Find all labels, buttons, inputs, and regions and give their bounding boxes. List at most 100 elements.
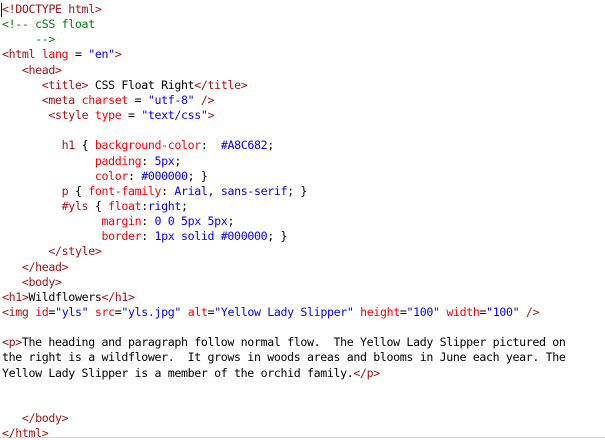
code-line[interactable]: </html> (2, 426, 49, 440)
code-token-tag: </html> (2, 426, 49, 440)
code-token-punct: { (74, 138, 95, 153)
code-line[interactable]: </body> (2, 411, 69, 426)
code-line[interactable]: <h1>Wildflowers</h1> (2, 290, 135, 305)
code-line[interactable]: border: 1px solid #000000; } (2, 229, 287, 244)
code-token-cssprop: font-family (88, 183, 162, 198)
code-token-attr: src (94, 305, 115, 319)
code-line[interactable]: <body> (2, 275, 62, 290)
code-line[interactable]: #yls { float:right; (2, 199, 188, 214)
code-token-attr: type (94, 108, 122, 123)
code-token-punct: : (161, 183, 175, 198)
code-line[interactable]: <title> CSS Float Right</title> (2, 77, 248, 93)
code-token-tag: > (207, 108, 215, 123)
code-token-attr: height (360, 305, 400, 319)
code-token-cssval: 1px solid #000000 (154, 229, 268, 244)
code-token-cssval: Arial, sans-serif (174, 183, 288, 198)
code-line[interactable]: h1 { background-color: #A8C682; (2, 138, 275, 153)
code-line[interactable]: <img id="yls" src="yls.jpg" alt="Yellow … (2, 305, 540, 320)
code-line[interactable]: the right is a wildflower. It grows in w… (2, 350, 566, 365)
code-token-tag: </p> (353, 365, 380, 380)
code-token-str: "yls.jpg" (121, 305, 182, 319)
code-token-punct: : (141, 229, 155, 244)
code-token-punct: : (141, 214, 155, 229)
code-line[interactable]: padding: 5px; (2, 153, 182, 169)
code-token-attr: lang (41, 47, 69, 62)
code-token-attr: id (35, 305, 49, 319)
code-token-tag: </style> (48, 244, 102, 259)
code-token-cssprop: padding (94, 153, 142, 168)
code-token-tag: <head> (21, 62, 62, 77)
code-token-comment: <!-- cSS float (2, 17, 95, 32)
code-token-csssel: #yls (61, 198, 89, 213)
code-token-punct: : (141, 153, 155, 168)
code-token-attr: charset (81, 92, 129, 107)
code-token-tag: </title> (194, 77, 248, 92)
code-token-str: "100" (486, 305, 520, 319)
code-token-punct: : (141, 198, 148, 213)
code-token-tag: <meta (41, 92, 82, 107)
code-token-csssel: h1 (61, 138, 76, 153)
code-line[interactable]: </style> (2, 244, 101, 259)
code-token-punct: ; } (187, 168, 208, 183)
code-token-punct: { (68, 183, 89, 198)
code-line[interactable]: <html lang = "en"> (2, 47, 122, 62)
code-token-cssval: 0 0 5px 5px (154, 214, 228, 229)
code-line[interactable]: <!DOCTYPE html> (2, 2, 102, 17)
editor-bottom-edge (0, 437, 605, 438)
code-token-tag: <p> (2, 335, 22, 350)
code-token-text: Wildflowers (28, 289, 102, 304)
code-token-cssprop: background-color (94, 138, 201, 153)
code-token-cssval: #000000 (141, 168, 188, 183)
code-line[interactable]: --> (2, 32, 55, 47)
code-token-punct: ; (267, 138, 274, 153)
code-token-text: CSS Float Right (88, 77, 195, 92)
code-line[interactable]: </head> (2, 260, 69, 275)
code-token-tag: <style (48, 108, 95, 123)
code-line[interactable]: color: #000000; } (2, 169, 208, 184)
code-token-tag: </h1> (101, 289, 135, 304)
code-line[interactable]: <!-- cSS float (2, 17, 95, 32)
code-token-text: = (399, 305, 407, 319)
code-token-tag: /> (519, 305, 540, 319)
code-token-tag: <body> (21, 274, 62, 289)
code-token-str: "Yellow Lady Slipper" (214, 305, 354, 319)
code-token-attr: width (446, 305, 480, 319)
code-token-punct: : (200, 138, 221, 153)
code-line[interactable]: Yellow Lady Slipper is a member of the o… (2, 366, 380, 381)
code-token-cssval: right (147, 198, 182, 213)
code-token-cssprop: margin (101, 214, 142, 229)
code-token-punct: : (127, 168, 142, 183)
code-line[interactable]: <meta charset = "utf-8" /> (2, 92, 215, 108)
code-token-text: the right is a wildflower. It grows in w… (2, 350, 566, 365)
code-token-str: "yls" (55, 305, 89, 319)
code-token-punct: ; (227, 214, 235, 229)
code-token-punct: ; } (287, 183, 308, 198)
code-token-str: "text/css" (141, 108, 208, 123)
code-token-str: "en" (88, 47, 115, 62)
code-line[interactable]: margin: 0 0 5px 5px; (2, 214, 234, 229)
code-token-punct: ; } (267, 229, 288, 244)
code-token-str: "utf-8" (147, 92, 195, 107)
code-token-cssprop: float (108, 198, 142, 213)
code-token-comment: --> (2, 32, 56, 47)
code-editor[interactable]: <!DOCTYPE html> <!-- cSS float --> <html l… (0, 0, 605, 440)
code-line[interactable]: <style type = "text/css"> (2, 108, 214, 123)
code-token-punct: ; (174, 153, 182, 168)
code-line[interactable]: <head> (2, 63, 62, 78)
code-line[interactable]: <p>The heading and paragraph follow norm… (2, 335, 566, 350)
code-token-punct: { (88, 198, 109, 213)
code-line[interactable]: p { font-family: Arial, sans-serif; } (2, 183, 308, 199)
code-token-text: = (121, 108, 142, 123)
